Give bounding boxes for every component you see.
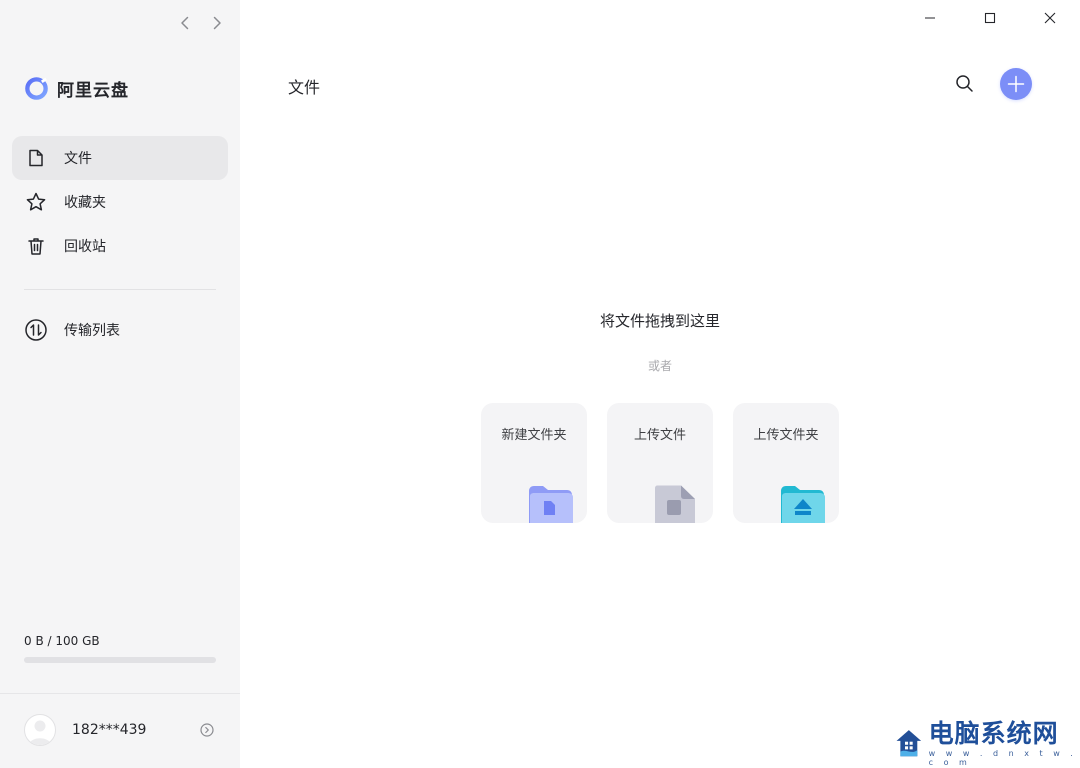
- minimize-icon: [925, 17, 935, 19]
- quick-actions: 新建文件夹 上传文件 上传文件夹: [481, 403, 839, 523]
- star-icon: [24, 190, 48, 214]
- storage-usage: 0 B / 100 GB: [24, 634, 216, 663]
- house-logo-icon: [896, 729, 922, 756]
- card-label: 新建文件夹: [501, 428, 567, 443]
- user-divider: [0, 693, 240, 694]
- main-panel: 文件 将文件拖拽到这里 或者 新建文件夹 上传文件 上传文件夹 电脑系统网 w …: [240, 0, 1080, 768]
- add-button[interactable]: [1000, 68, 1032, 100]
- window-controls: [900, 0, 1080, 36]
- watermark-url: w w w . d n x t w . c o m: [928, 749, 1077, 767]
- back-button[interactable]: [176, 14, 194, 32]
- sidebar-item-transfer-list[interactable]: 传输列表: [12, 308, 228, 352]
- user-avatar-icon: [29, 720, 51, 745]
- avatar: [24, 714, 56, 746]
- new-folder-icon: [529, 486, 573, 523]
- minimize-button[interactable]: [900, 0, 960, 36]
- upload-folder-icon: [781, 486, 825, 523]
- chevron-right-icon: [213, 16, 221, 30]
- user-settings-button[interactable]: [199, 722, 215, 738]
- user-name: 182***439: [72, 722, 147, 738]
- user-profile[interactable]: 182***439: [24, 714, 146, 746]
- sidebar-item-recycle-bin[interactable]: 回收站: [12, 224, 228, 268]
- page-title: 文件: [288, 78, 321, 97]
- upload-folder-card[interactable]: 上传文件夹: [733, 403, 839, 523]
- storage-progress-bar: [24, 657, 216, 663]
- chevron-left-icon: [181, 16, 189, 30]
- close-button[interactable]: [1020, 0, 1080, 36]
- site-watermark: 电脑系统网 w w w . d n x t w . c o m: [895, 720, 1080, 767]
- sidebar-item-favorites[interactable]: 收藏夹: [12, 180, 228, 224]
- watermark-text: 电脑系统网 w w w . d n x t w . c o m: [928, 719, 1080, 768]
- history-nav: [176, 14, 226, 32]
- sidebar-item-label: 文件: [64, 151, 92, 167]
- watermark-title: 电脑系统网: [928, 719, 1059, 748]
- transfer-section: 传输列表: [12, 308, 228, 352]
- plus-icon: [1007, 75, 1025, 93]
- transfer-icon: [24, 318, 48, 342]
- new-folder-card[interactable]: 新建文件夹: [481, 403, 587, 523]
- sidebar-nav: 文件 收藏夹 回收站: [12, 136, 228, 268]
- drop-zone-title: 将文件拖拽到这里: [599, 312, 720, 330]
- drop-zone-or: 或者: [647, 359, 672, 373]
- sidebar-item-label: 收藏夹: [64, 195, 106, 211]
- search-icon: [956, 75, 973, 92]
- sidebar: 阿里云盘 文件 收藏夹 回收站 传输列表 0 B / 100 GB 182***…: [0, 0, 240, 768]
- sidebar-item-label: 传输列表: [64, 323, 120, 339]
- card-label: 上传文件夹: [753, 428, 819, 443]
- aliyun-drive-logo-icon: [25, 77, 48, 100]
- upload-file-card[interactable]: 上传文件: [607, 403, 713, 523]
- sidebar-divider: [24, 289, 216, 290]
- sidebar-item-files[interactable]: 文件: [12, 136, 228, 180]
- upload-file-icon: [655, 485, 695, 523]
- card-label: 上传文件: [633, 428, 686, 443]
- settings-icon: [200, 723, 214, 737]
- storage-text: 0 B / 100 GB: [24, 634, 100, 648]
- trash-icon: [24, 234, 48, 258]
- brand-name: 阿里云盘: [57, 81, 129, 101]
- search-button[interactable]: [954, 73, 976, 95]
- forward-button[interactable]: [208, 14, 226, 32]
- brand: 阿里云盘: [24, 76, 129, 101]
- maximize-icon: [984, 12, 996, 24]
- maximize-button[interactable]: [960, 0, 1020, 36]
- sidebar-item-label: 回收站: [64, 239, 106, 255]
- app-window: 阿里云盘 文件 收藏夹 回收站 传输列表 0 B / 100 GB 182***…: [0, 0, 1080, 768]
- file-icon: [24, 146, 48, 170]
- close-icon: [1044, 12, 1056, 24]
